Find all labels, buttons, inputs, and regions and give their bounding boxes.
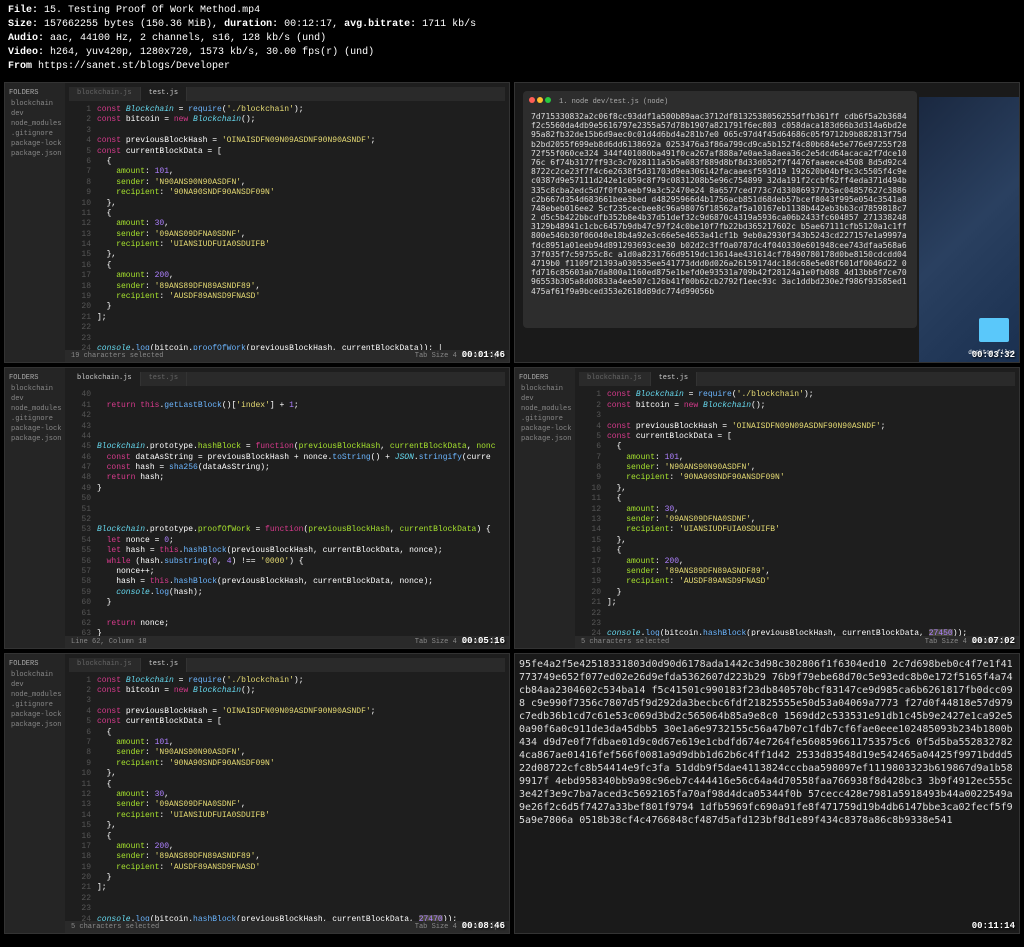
thumb-6: 95fe4a2f5e42518331803d0d90d6178ada1442c3… (514, 653, 1020, 934)
status-bar: Line 62, Column 18Tab Size 4 JavaScript (65, 636, 509, 648)
thumb-2: desktop-files 1. node dev/test.js (node)… (514, 82, 1020, 363)
timestamp: 00:07:02 (972, 636, 1015, 646)
timestamp: 00:08:46 (462, 921, 505, 931)
code-editor[interactable]: blockchain.js test.js 1const Blockchain … (65, 83, 509, 362)
timestamp: 00:05:16 (462, 636, 505, 646)
tab-blockchain[interactable]: blockchain.js (69, 87, 141, 101)
tab-test[interactable]: test.js (141, 658, 187, 672)
terminal-window[interactable]: 1. node dev/test.js (node) 7d715330832a2… (523, 91, 917, 328)
timestamp: 00:03:32 (972, 350, 1015, 360)
timestamp: 00:11:14 (972, 921, 1015, 931)
code-editor[interactable]: blockchain.js test.js 40 41 return this.… (65, 368, 509, 647)
file-tree: FOLDERS blockchain dev node_modules .git… (5, 83, 65, 362)
tab-test[interactable]: test.js (651, 372, 697, 386)
thumb-1: FOLDERS blockchain dev node_modules .git… (4, 82, 510, 363)
status-bar: 5 characters selectedTab Size 4 JavaScri… (65, 921, 509, 933)
tab-test[interactable]: test.js (141, 87, 187, 101)
thumb-4: FOLDERS blockchain dev node_modules .git… (514, 367, 1020, 648)
folder-icon[interactable] (979, 318, 1009, 342)
tab-blockchain[interactable]: blockchain.js (69, 372, 141, 386)
thumb-3: FOLDERS blockchain dev node_modules .git… (4, 367, 510, 648)
status-bar: 19 characters selectedTab Size 4 JavaScr… (65, 350, 509, 362)
desktop-wallpaper: desktop-files (919, 97, 1019, 362)
file-tree: FOLDERS blockchain dev node_modules .git… (515, 368, 575, 647)
code-editor[interactable]: blockchain.js test.js 1const Blockchain … (65, 654, 509, 933)
tab-blockchain[interactable]: blockchain.js (579, 372, 651, 386)
code-editor[interactable]: blockchain.js test.js 1const Blockchain … (575, 368, 1019, 647)
terminal-output: 7d715330832a2c06f8cc93ddf1a500b89aac3712… (527, 108, 913, 300)
timestamp: 00:01:46 (462, 350, 505, 360)
window-controls[interactable] (529, 97, 553, 106)
tab-blockchain[interactable]: blockchain.js (69, 658, 141, 672)
thumbnail-grid: FOLDERS blockchain dev node_modules .git… (0, 78, 1024, 938)
file-tree: FOLDERS blockchain dev node_modules .git… (5, 368, 65, 647)
status-bar: 5 characters selectedTab Size 4 JavaScri… (575, 636, 1019, 648)
media-info-header: File: 15. Testing Proof Of Work Method.m… (0, 0, 1024, 78)
hash-output: 95fe4a2f5e42518331803d0d90d6178ada1442c3… (515, 654, 1019, 831)
file-tree: FOLDERS blockchain dev node_modules .git… (5, 654, 65, 933)
thumb-5: FOLDERS blockchain dev node_modules .git… (4, 653, 510, 934)
tab-test[interactable]: test.js (141, 372, 187, 386)
